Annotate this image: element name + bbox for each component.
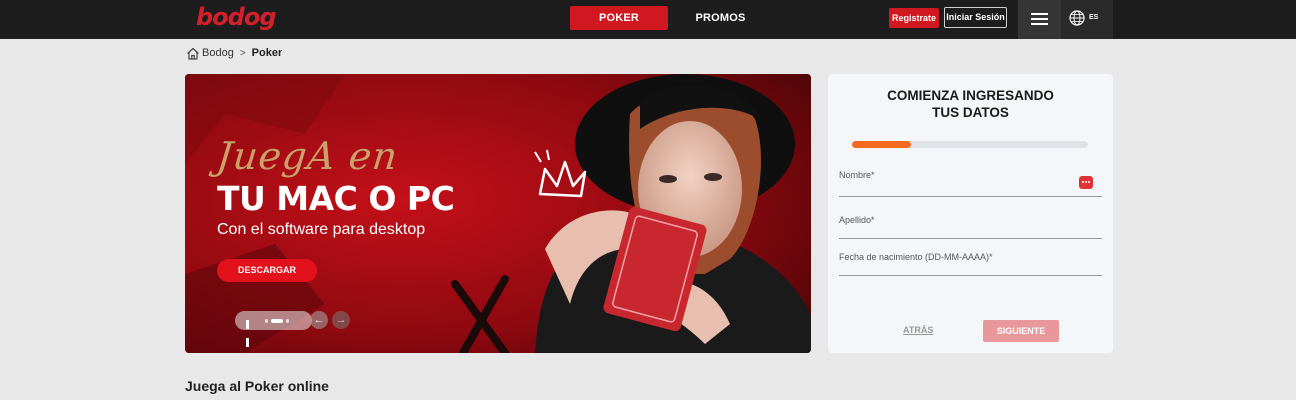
- login-button[interactable]: Iniciar Sesión: [944, 7, 1007, 28]
- breadcrumb-separator: >: [239, 47, 246, 59]
- breadcrumb: Bodog > Poker: [186, 45, 282, 61]
- language-label: ES: [1089, 14, 1099, 21]
- registration-progress-fill: [852, 141, 911, 148]
- slide-indicators: [265, 319, 291, 323]
- registration-title-line-2: TUS DATOS: [932, 105, 1009, 120]
- first-name-label: Nombre*: [839, 170, 875, 180]
- registration-title: COMIENZA INGRESANDO TUS DATOS: [828, 87, 1113, 121]
- slider-controls: [235, 311, 312, 347]
- registration-title-line-1: COMIENZA INGRESANDO: [887, 88, 1054, 103]
- banner-script-heading: JuegA en: [214, 134, 401, 178]
- registration-panel: COMIENZA INGRESANDO TUS DATOS Nombre* Ap…: [828, 74, 1113, 353]
- nav-tab-poker[interactable]: POKER: [570, 6, 668, 30]
- previous-slide-button[interactable]: ←: [310, 311, 328, 329]
- birth-date-field[interactable]: Fecha de nacimiento (DD-MM-AAAA)*: [839, 252, 1102, 276]
- menu-button[interactable]: [1018, 0, 1061, 39]
- register-button[interactable]: Registrate: [889, 8, 939, 28]
- breadcrumb-current: Poker: [251, 47, 283, 59]
- home-icon: [186, 47, 200, 60]
- next-slide-button[interactable]: →: [332, 311, 350, 329]
- breadcrumb-home-link[interactable]: Bodog: [202, 47, 234, 59]
- birth-date-label: Fecha de nacimiento (DD-MM-AAAA)*: [839, 252, 993, 262]
- pause-icon[interactable]: [246, 316, 254, 347]
- slide-dot-active[interactable]: [271, 319, 283, 323]
- top-navigation-bar: bodog POKER PROMOS Registrate Iniciar Se…: [0, 0, 1296, 39]
- slide-dot[interactable]: [286, 319, 289, 323]
- promo-banner[interactable]: JuegA en TU MAC O PC Con el software par…: [185, 74, 811, 353]
- next-button[interactable]: SIGUIENTE: [983, 320, 1059, 342]
- banner-subtitle: Con el software para desktop: [217, 221, 426, 238]
- registration-progress-bar: [852, 141, 1088, 148]
- section-heading: Juega al Poker online: [185, 378, 329, 394]
- bodog-logo[interactable]: bodog: [196, 3, 277, 31]
- banner-title: TU MAC O PC: [217, 179, 455, 218]
- language-selector[interactable]: ES: [1061, 0, 1113, 39]
- nav-tab-promos[interactable]: PROMOS: [683, 6, 758, 30]
- last-name-field[interactable]: Apellido*: [839, 215, 1102, 239]
- download-button[interactable]: DESCARGAR: [217, 259, 317, 282]
- last-name-label: Apellido*: [839, 215, 875, 225]
- hamburger-menu-icon: [1031, 13, 1048, 25]
- slide-dot[interactable]: [265, 319, 268, 323]
- back-button[interactable]: ATRÁS: [903, 325, 933, 335]
- globe-icon: [1069, 10, 1085, 26]
- first-name-field[interactable]: Nombre*: [839, 170, 1102, 197]
- password-dots-icon[interactable]: [1079, 176, 1093, 189]
